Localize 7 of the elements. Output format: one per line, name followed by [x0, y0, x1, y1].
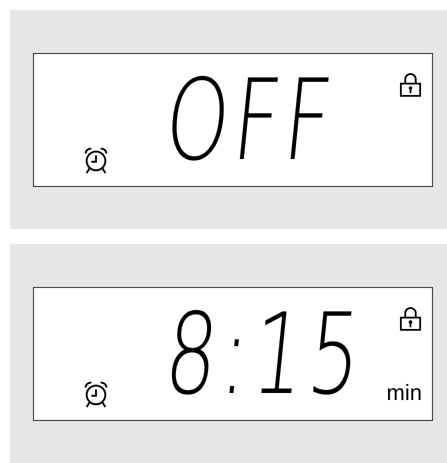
unit-label: min [386, 380, 422, 406]
padlock-icon [400, 72, 421, 96]
display-reading: OFF [160, 60, 342, 183]
display-reading: 8:15 [160, 294, 371, 417]
padlock-icon [400, 306, 421, 330]
alarm-clock-icon [82, 380, 110, 408]
alarm-clock-icon [82, 146, 110, 174]
